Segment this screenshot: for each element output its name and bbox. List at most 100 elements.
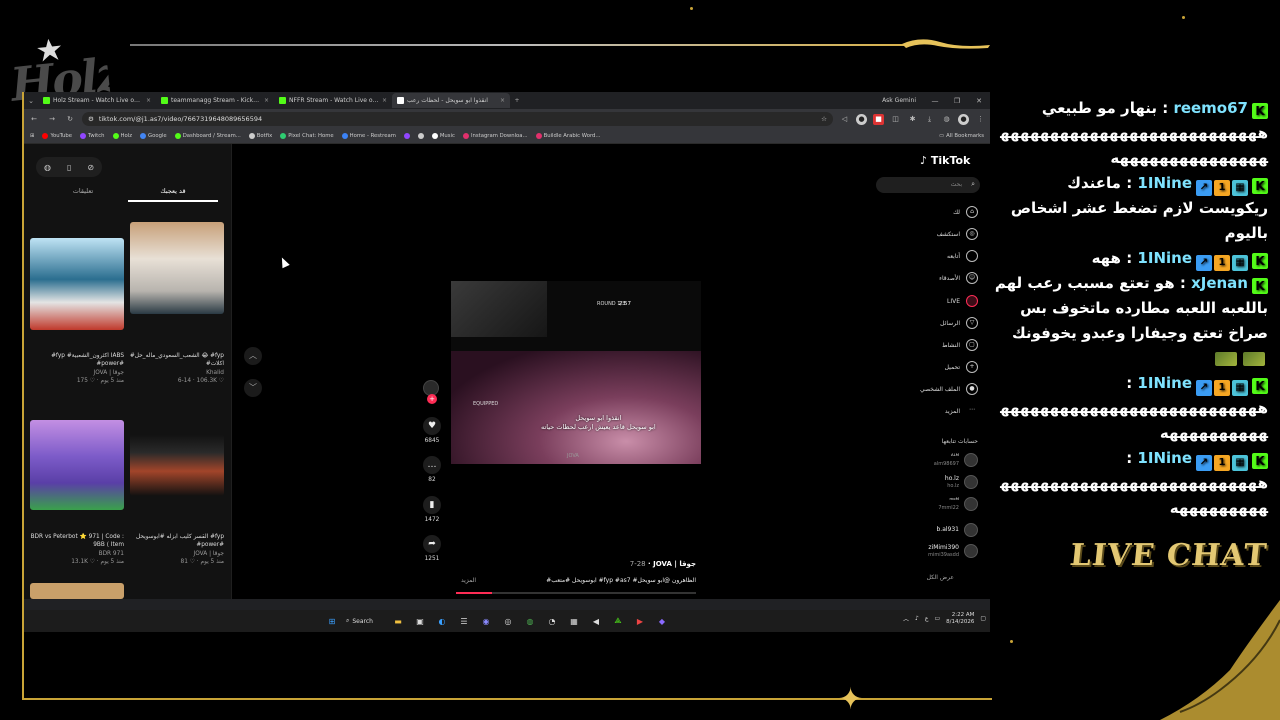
- restore-icon[interactable]: ❐: [946, 97, 968, 105]
- profile-avatar-icon[interactable]: ◍: [941, 114, 952, 125]
- chrome-icon[interactable]: ◍: [522, 613, 538, 629]
- followed-account[interactable]: b.al931: [888, 523, 978, 537]
- forward-icon[interactable]: →: [46, 115, 58, 123]
- kick-app-icon[interactable]: ⟁: [610, 613, 626, 629]
- bookmark-botfix[interactable]: Botfix: [248, 133, 272, 139]
- post-author[interactable]: JOVA | جوقا: [653, 560, 696, 568]
- close-tab-icon[interactable]: ×: [500, 97, 505, 104]
- comment-button[interactable]: … 82: [420, 456, 444, 483]
- show-more-link[interactable]: المزيد: [461, 577, 476, 584]
- nav-upload[interactable]: تحميل +: [888, 360, 978, 374]
- video-player[interactable]: ROUND 1/3 2:57 EQUIPPED انقذوا ابو سويحل…: [451, 281, 701, 464]
- nav-messages[interactable]: الرسائل ▽: [888, 316, 978, 330]
- site-info-icon[interactable]: ⚙: [88, 115, 94, 123]
- nav-friends[interactable]: الأصدقاء ☺: [888, 271, 978, 285]
- tab-comments[interactable]: تعليقات: [38, 184, 128, 202]
- bookmark-holz[interactable]: Holz: [112, 133, 132, 139]
- nav-live[interactable]: LIVE: [888, 294, 978, 308]
- all-bookmarks-folder[interactable]: ▭ All Bookmarks: [939, 133, 984, 139]
- video-title[interactable]: القسر كليب ابزله #ابوسويحل #fyp #power#: [128, 533, 224, 550]
- video-author[interactable]: Khalid: [128, 369, 224, 377]
- nav-activity[interactable]: النشاط ▢: [888, 338, 978, 352]
- nav-explore[interactable]: استكشف ◎: [888, 227, 978, 241]
- tab-holz-stream[interactable]: Holz Stream - Watch Live on Ki ×: [38, 93, 156, 108]
- bookmark-twitch[interactable]: Twitch: [80, 133, 105, 139]
- video-title[interactable]: #الشعب_السعودي_ماله_حل 😂 #fyp #اكلات: [128, 352, 224, 369]
- tiktok-logo[interactable]: ♪ TikTok: [920, 154, 970, 167]
- steam-icon[interactable]: ◔: [544, 613, 560, 629]
- bookmark-pixel-chat[interactable]: Pixel Chat: Home: [280, 133, 334, 139]
- bookmark-music[interactable]: Music: [431, 133, 455, 139]
- search-input[interactable]: بحث ⌕: [876, 177, 980, 193]
- record-extension-icon[interactable]: ■: [873, 113, 884, 125]
- related-video-thumbnail[interactable]: [130, 434, 224, 496]
- store-icon[interactable]: ▣: [412, 613, 428, 629]
- nav-profile[interactable]: الملف الشخصي ●: [888, 382, 978, 396]
- followed-account[interactable]: ziMimi390 mimi39asdd: [888, 544, 978, 558]
- video-title[interactable]: BDR vs Peterbot ⭐ 971 | Code : 9BB ( Ite…: [28, 533, 124, 550]
- nav-for-you[interactable]: لك ⌂: [888, 205, 978, 219]
- bookmark-google[interactable]: Google: [140, 133, 167, 139]
- follow-plus-icon[interactable]: +: [427, 394, 437, 404]
- new-tab-icon[interactable]: +: [510, 97, 524, 104]
- extension-icon[interactable]: ◫: [890, 114, 901, 125]
- bookmark-youtube[interactable]: YouTube: [42, 133, 72, 139]
- tab-nffr-stream[interactable]: NFFR Stream - Watch Live on K ×: [274, 93, 392, 108]
- video-author[interactable]: JOVA | جوقا: [128, 550, 225, 558]
- tab-search-icon[interactable]: ⌄: [24, 97, 38, 105]
- extensions-puzzle-icon[interactable]: ✱: [907, 114, 918, 125]
- previous-video-button[interactable]: ︿: [244, 347, 262, 365]
- recorder-icon[interactable]: ▶: [632, 613, 648, 629]
- followed-account[interactable]: ᴬᴸᴹ alm98697: [888, 453, 978, 467]
- bookmark-star-icon[interactable]: ☆: [821, 115, 827, 123]
- bookmark-icon-only[interactable]: [403, 133, 410, 139]
- edge-icon[interactable]: ◐: [434, 613, 450, 629]
- discord-icon[interactable]: ◉: [478, 613, 494, 629]
- taskbar-clock[interactable]: 2:22 AM 8/14/2026: [946, 612, 974, 626]
- profile-icon[interactable]: ◍: [44, 163, 51, 172]
- download-icon[interactable]: ⤓: [924, 114, 935, 125]
- tab-for-you[interactable]: قد يعجبك: [128, 184, 218, 202]
- network-icon[interactable]: ▭: [934, 615, 940, 622]
- close-tab-icon[interactable]: ×: [382, 97, 387, 104]
- share-button[interactable]: ➦ 1251: [420, 535, 444, 562]
- extension-icon[interactable]: ●: [856, 113, 867, 125]
- tray-chevron-icon[interactable]: ︿: [903, 614, 909, 623]
- close-tab-icon[interactable]: ×: [264, 97, 269, 104]
- reload-icon[interactable]: ↻: [64, 115, 76, 123]
- address-bar[interactable]: ⚙ tiktok.com/@j1.as7/video/7667319648089…: [82, 112, 833, 126]
- close-tab-icon[interactable]: ×: [146, 97, 151, 104]
- related-video-thumbnail[interactable]: [30, 420, 124, 510]
- menu-kebab-icon[interactable]: ⋮: [975, 114, 986, 125]
- obs-icon[interactable]: ◎: [500, 613, 516, 629]
- minimize-icon[interactable]: —: [924, 97, 946, 105]
- like-button[interactable]: ♥ 6845: [420, 417, 444, 444]
- app-icon[interactable]: ◆: [654, 613, 670, 629]
- bookmark-icon-only[interactable]: [417, 133, 424, 139]
- related-video-thumbnail[interactable]: [30, 583, 124, 599]
- app-icon[interactable]: ◀: [588, 613, 604, 629]
- input-language[interactable]: ع: [925, 615, 929, 622]
- followed-account[interactable]: ᵐᵒᴹ 7mml22: [888, 497, 978, 511]
- app-icon[interactable]: ▦: [566, 613, 582, 629]
- tab-teammanagg-stream[interactable]: teammanagg Stream - Kick Da ×: [156, 93, 274, 108]
- bookmark-restream[interactable]: Home - Restream: [341, 133, 396, 139]
- post-author-line[interactable]: 7-28 · JOVA | جوقا: [584, 560, 696, 568]
- tab-tiktok-video[interactable]: انقذوا ابو سويحل - لحظات رعب ×: [392, 93, 510, 108]
- bookmark-buildle[interactable]: Buildle Arabic Word...: [535, 133, 600, 139]
- related-video-thumbnail[interactable]: [30, 238, 124, 330]
- account-avatar-icon[interactable]: ●: [958, 113, 969, 125]
- nav-more[interactable]: المزيد ⋯: [888, 404, 978, 418]
- phone-icon[interactable]: ▯: [67, 163, 71, 172]
- video-author[interactable]: BDR 971: [28, 550, 124, 558]
- save-button[interactable]: ▮ 1472: [420, 496, 444, 523]
- apps-grid-icon[interactable]: ⊞: [30, 133, 34, 139]
- bookmark-dashboard[interactable]: Dashboard / Stream...: [174, 133, 241, 139]
- mic-icon[interactable]: ♪: [915, 615, 919, 622]
- back-icon[interactable]: ←: [28, 115, 40, 123]
- compass-icon[interactable]: ⊘: [87, 163, 94, 172]
- ask-gemini-button[interactable]: Ask Gemini: [874, 97, 924, 104]
- search-icon[interactable]: ⌕: [971, 180, 975, 189]
- see-all-link[interactable]: عرض الكل: [927, 574, 954, 581]
- next-video-button[interactable]: ﹀: [244, 379, 262, 397]
